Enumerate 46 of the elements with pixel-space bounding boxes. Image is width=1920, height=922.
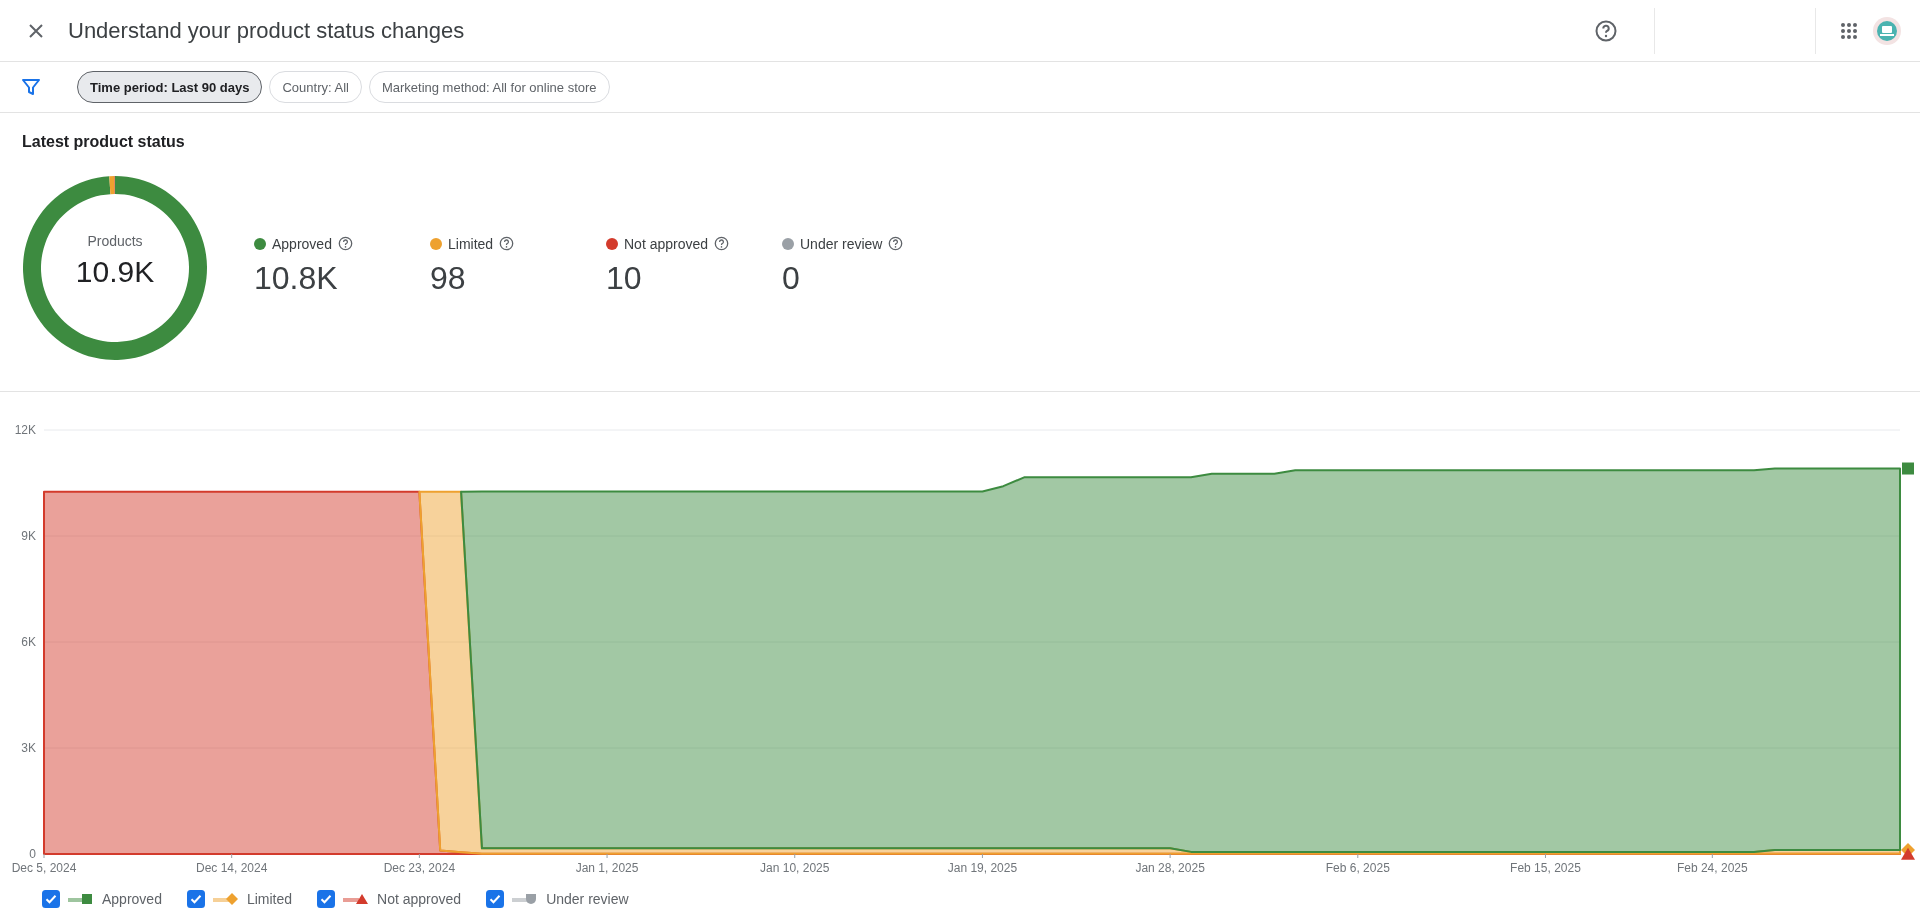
help-icon[interactable] [888,236,904,251]
x-axis-label: Feb 24, 2025 [1676,861,1748,874]
checkbox[interactable] [186,890,205,908]
x-axis-label: Jan 19, 2025 [947,861,1018,874]
status-label: Limited [448,235,494,252]
checkbox[interactable] [42,890,60,908]
filter-chip[interactable]: Country: All [269,71,362,103]
y-axis-label: 3K [21,741,36,755]
x-axis-label: Dec 5, 2024 [11,861,77,874]
x-axis-label: Jan 28, 2025 [1135,861,1205,874]
legend-label: Not approved [377,891,462,907]
status-count: 10 [606,259,643,297]
x-axis-label: Jan 1, 2025 [575,861,639,874]
filter-icon[interactable] [20,76,42,98]
status-count: 98 [430,259,467,297]
help-icon[interactable] [337,236,353,251]
status-label: Not approved [624,235,709,252]
y-axis-label: 6K [21,635,36,649]
status-label: Under review [800,235,883,252]
x-axis-label: Feb 6, 2025 [1325,861,1390,874]
section-title: Latest product status [22,133,186,151]
y-axis-label: 12K [14,423,36,437]
legend-label: Limited [246,891,293,907]
legend-label: Approved [102,891,162,907]
series-end-marker [1902,462,1914,475]
x-axis-label: Feb 15, 2025 [1510,861,1581,874]
donut-label: Products [87,233,143,249]
help-icon[interactable] [714,236,730,251]
legend-label: Under review [546,891,629,907]
page-title: Understand your product status changes [68,17,466,44]
filter-chip[interactable]: Time period: Last 90 days [77,71,263,103]
y-axis-label: 0 [29,847,36,861]
x-axis-label: Jan 10, 2025 [760,861,830,874]
checkbox[interactable] [317,890,336,908]
total-count: 10.9K [75,255,155,289]
x-axis-label: Dec 14, 2024 [196,861,268,874]
status-count: 10.8K [254,259,339,297]
filter-chip[interactable]: Marketing method: All for online store [368,71,610,103]
checkbox[interactable] [486,890,505,908]
x-axis-label: Dec 23, 2024 [383,861,456,874]
y-axis-label: 9K [21,529,36,543]
status-label: Approved [272,235,332,252]
help-icon[interactable] [499,236,515,251]
status-count: 0 [782,259,801,297]
close-icon[interactable] [27,21,45,40]
series-end-marker [1901,847,1915,860]
